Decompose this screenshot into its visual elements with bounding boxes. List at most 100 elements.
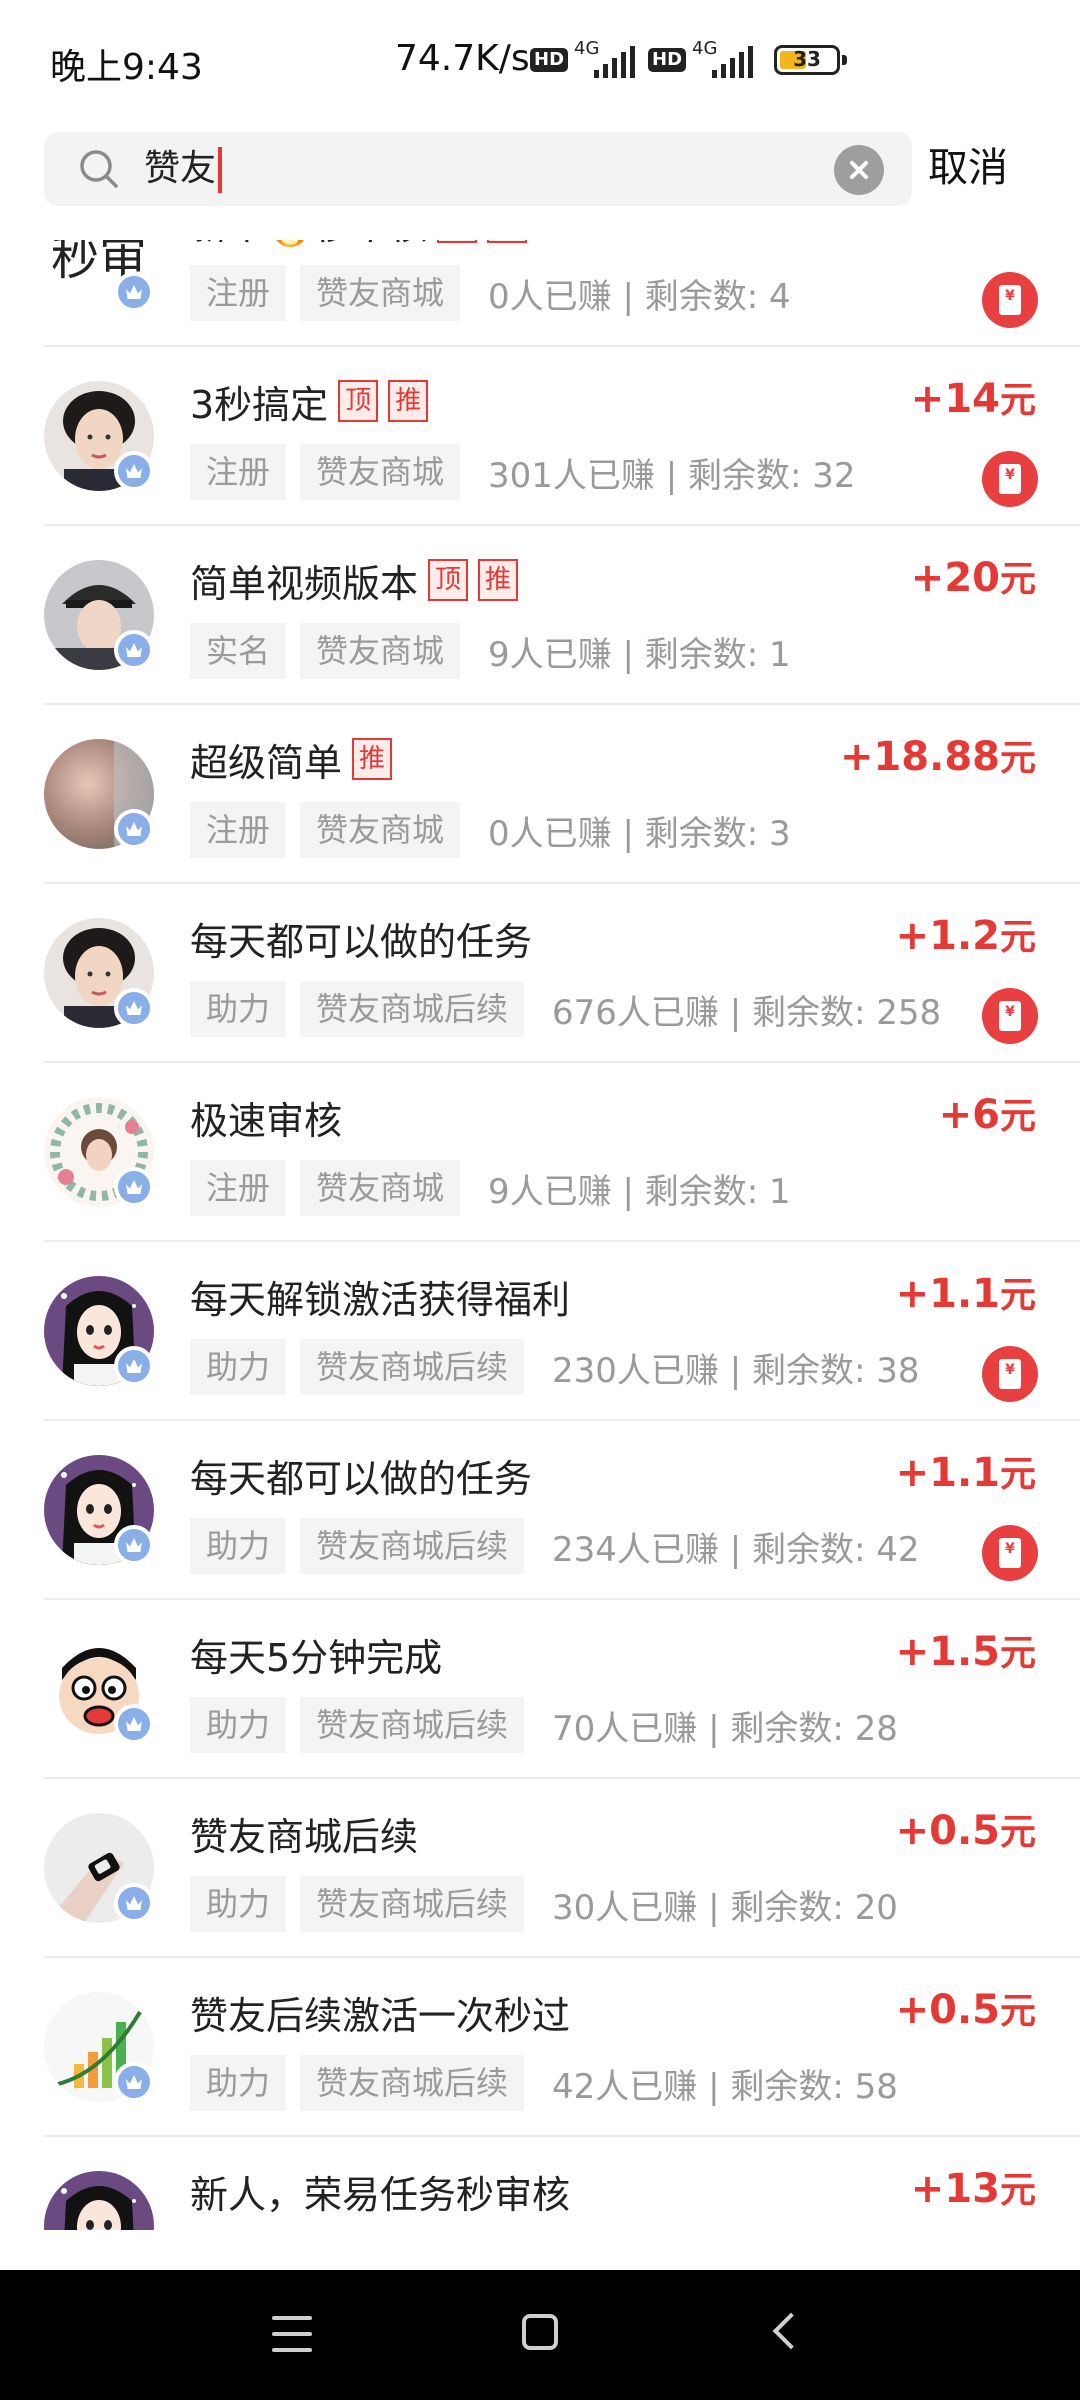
search-input[interactable]: 赞友 (44, 132, 912, 206)
task-shop-chip: 赞友商城 (300, 1160, 461, 1216)
red-envelope-icon[interactable] (982, 272, 1038, 328)
verified-crown-icon (114, 2062, 154, 2102)
battery-level: 33 (793, 47, 821, 71)
task-shop-chip: 赞友商城 (300, 265, 461, 321)
task-reward-amount: +0.5 (895, 1987, 1000, 2033)
task-shop-chip: 赞友商城 (300, 623, 461, 679)
task-reward: +18.88元 (840, 729, 1036, 781)
task-type-chip: 注册 (190, 802, 287, 858)
task-row[interactable]: 秒审新单🔥秒审核顶推注册赞友商城0人已赚 | 剩余数: 4+14.69元 (44, 240, 1080, 347)
verified-crown-icon (114, 1525, 154, 1565)
task-stats: 9人已赚 | 剩余数: 1 (488, 1171, 791, 1212)
signal-icon: 4G (574, 38, 642, 80)
verified-crown-icon (114, 809, 154, 849)
red-envelope-icon[interactable] (982, 988, 1038, 1044)
task-reward-unit: 元 (999, 2170, 1036, 2211)
cancel-button[interactable]: 取消 (928, 140, 1008, 196)
task-stats: 0人已赚 | 剩余数: 3 (488, 813, 791, 854)
verified-crown-icon (114, 451, 154, 491)
task-reward-amount: +14.69 (840, 240, 1000, 243)
verified-crown-icon (114, 1346, 154, 1386)
task-title-line: 每天都可以做的任务 (190, 910, 532, 966)
task-stats: 676人已赚 | 剩余数: 258 (552, 992, 942, 1033)
task-title-line: 每天解锁激活获得福利 (190, 1268, 570, 1324)
task-reward: +0.5元 (896, 1803, 1036, 1855)
task-reward-unit: 元 (999, 917, 1036, 958)
task-reward-amount: +1.2 (895, 913, 1000, 959)
task-title-line: 赞友商城后续 (190, 1805, 418, 1861)
task-meta-line: 助力 赞友商城后续 70人已赚 | 剩余数: 28 (190, 1697, 898, 1753)
task-reward: +6元 (939, 1087, 1036, 1139)
task-type-chip: 注册 (190, 265, 287, 321)
menu-icon[interactable] (272, 2316, 312, 2352)
task-tag-badge: 推 (388, 380, 429, 422)
red-envelope-icon[interactable] (982, 451, 1038, 507)
task-row[interactable]: 赞友后续激活一次秒过 助力 赞友商城后续 42人已赚 | 剩余数: 58 +0.5元 (44, 1958, 1080, 2137)
task-reward: +1.1元 (896, 1445, 1036, 1497)
task-type-chip: 注册 (190, 1160, 287, 1216)
red-envelope-icon[interactable] (982, 1346, 1038, 1402)
verified-crown-icon (114, 1167, 154, 1207)
task-row[interactable]: 每天都可以做的任务 助力 赞友商城后续 676人已赚 | 剩余数: 258 +1.2元 (44, 884, 1080, 1063)
task-stats: 30人已赚 | 剩余数: 20 (552, 1887, 898, 1928)
task-reward: +1.1元 (896, 1266, 1036, 1318)
task-tag-badge: 顶 (437, 240, 478, 243)
back-icon[interactable] (772, 2312, 810, 2350)
task-reward-unit: 元 (999, 380, 1036, 421)
task-stats: 0人已赚 | 剩余数: 4 (488, 276, 791, 317)
task-reward-amount: +6 (938, 1092, 1000, 1138)
task-meta-line: 助力 赞友商城后续 30人已赚 | 剩余数: 20 (190, 1876, 898, 1932)
task-row[interactable]: 简单视频版本顶推实名 赞友商城 9人已赚 | 剩余数: 1 +20元 (44, 526, 1080, 705)
task-reward-unit: 元 (999, 559, 1036, 600)
task-title: 超级简单 (190, 740, 343, 785)
hd-icon: HD (648, 48, 687, 72)
task-row[interactable]: 赞友商城后续 助力 赞友商城后续 30人已赚 | 剩余数: 20 +0.5元 (44, 1779, 1080, 1958)
verified-crown-icon (114, 1883, 154, 1923)
task-reward-unit: 元 (1000, 240, 1036, 242)
task-tag-badge: 推 (352, 738, 393, 780)
task-reward-amount: +1.5 (895, 1629, 1000, 1675)
task-title: 每天都可以做的任务 (190, 1456, 533, 1501)
task-title-line: 极速审核 (190, 1089, 342, 1145)
task-reward-amount: +13 (910, 2166, 1000, 2212)
task-stats: 234人已赚 | 剩余数: 42 (552, 1529, 920, 1570)
task-title: 每天解锁激活获得福利 (190, 1277, 571, 1322)
task-type-chip: 助力 (190, 2055, 287, 2111)
task-reward-amount: +1.1 (895, 1271, 1000, 1317)
task-row[interactable]: 极速审核注册 赞友商城 9人已赚 | 剩余数: 1 +6元 (44, 1063, 1080, 1242)
task-row[interactable]: 3秒搞定顶推注册 赞友商城 301人已赚 | 剩余数: 32 +14元 (44, 347, 1080, 526)
home-icon[interactable] (522, 2314, 558, 2350)
task-type-chip: 注册 (190, 444, 287, 500)
task-list[interactable]: 秒审新单🔥秒审核顶推注册赞友商城0人已赚 | 剩余数: 4+14.69元3秒搞定… (0, 240, 1080, 2230)
verified-crown-icon (114, 1704, 154, 1744)
task-row[interactable]: 每天5分钟完成 助力 赞友商城后续 70人已赚 | 剩余数: 28 +1.5元 (44, 1600, 1080, 1779)
task-row[interactable]: 每天解锁激活获得福利助力 赞友商城后续 230人已赚 | 剩余数: 38 +1.1元 (44, 1242, 1080, 1421)
task-meta-line: 助力 赞友商城后续 230人已赚 | 剩余数: 38 (190, 1339, 920, 1395)
task-title-line: 新单🔥秒审核 顶 推 (190, 240, 528, 250)
task-stats: 230人已赚 | 剩余数: 38 (552, 1350, 920, 1391)
task-reward-amount: +20 (910, 555, 1000, 601)
red-envelope-icon[interactable] (982, 1525, 1038, 1581)
task-type-chip: 助力 (190, 1518, 287, 1574)
clear-icon[interactable] (834, 145, 884, 195)
task-reward: +1.2元 (896, 908, 1036, 960)
task-title: 3秒搞定 (190, 382, 329, 427)
task-shop-chip: 赞友商城后续 (300, 1518, 525, 1574)
navigation-bar (0, 2270, 1080, 2400)
task-shop-chip: 赞友商城后续 (300, 1876, 525, 1932)
task-type-chip: 助力 (190, 1697, 287, 1753)
task-type-chip: 助力 (190, 1339, 287, 1395)
task-row[interactable]: 每天都可以做的任务助力 赞友商城后续 234人已赚 | 剩余数: 42 +1.1元 (44, 1421, 1080, 1600)
task-reward: +14元 (911, 371, 1036, 423)
search-header: 赞友 取消 (0, 128, 1080, 240)
task-reward: +1.5元 (896, 1624, 1036, 1676)
task-list-items: 秒审新单🔥秒审核顶推注册赞友商城0人已赚 | 剩余数: 4+14.69元3秒搞定… (0, 240, 1080, 2230)
task-stats: 70人已赚 | 剩余数: 28 (552, 1708, 898, 1749)
task-stats: 301人已赚 | 剩余数: 32 (488, 455, 856, 496)
task-row[interactable]: 新人，荣易任务秒审核下载赞友商城30人已赚 | 剩余数: 28+13元 (44, 2137, 1080, 2230)
task-row[interactable]: 超级简单推注册 赞友商城 0人已赚 | 剩余数: 3 +18.88元 (44, 705, 1080, 884)
anime-girl-avatar (44, 2171, 154, 2230)
task-stats: 9人已赚 | 剩余数: 1 (488, 634, 791, 675)
task-reward: +0.5元 (896, 1982, 1036, 2034)
task-reward-unit: 元 (999, 738, 1036, 779)
